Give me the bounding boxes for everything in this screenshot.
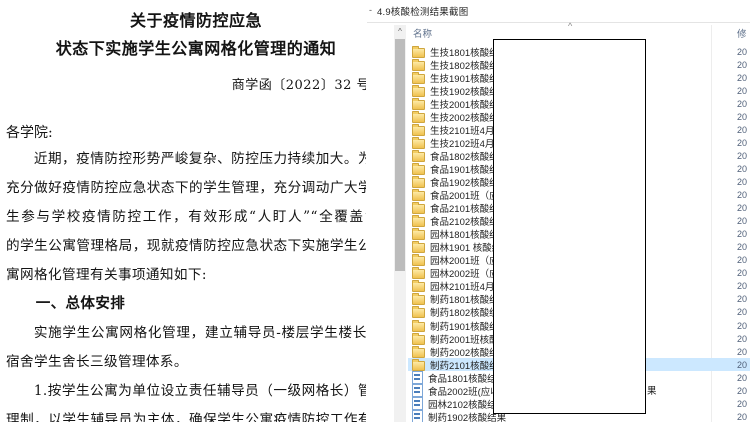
document-line: 实施学生公寓网格化管理，建立辅导员-楼层学生楼长-: [6, 319, 372, 348]
file-modified-date: 20: [737, 307, 747, 317]
file-modified-date: 20: [737, 412, 747, 422]
document-section-heading: 一、总体安排: [6, 290, 372, 319]
document-line: 宿舍学生舍长三级管理体系。: [6, 348, 372, 377]
folder-icon: [412, 348, 425, 358]
file-modified-date: 20: [737, 177, 747, 187]
vertical-scrollbar[interactable]: ^: [394, 25, 406, 422]
file-modified-date: 20: [737, 268, 747, 278]
file-modified-date: 20: [737, 112, 747, 122]
file-modified-date: 20: [737, 373, 747, 383]
folder-icon: [412, 165, 425, 175]
doc-icon: [412, 397, 423, 410]
file-modified-date: 20: [737, 190, 747, 200]
folder-icon: [412, 152, 425, 162]
redaction-box: [493, 39, 646, 414]
file-modified-date: 20: [737, 255, 747, 265]
document-line: 近期，疫情防控形势严峻复杂、防控压力持续加大。为: [6, 145, 372, 174]
file-modified-date: 20: [737, 73, 747, 83]
folder-icon: [412, 269, 425, 279]
folder-icon: [412, 204, 425, 214]
file-modified-date: 20: [737, 334, 747, 344]
document-title-line1: 关于疫情防控应急: [0, 7, 392, 35]
header-divider: [367, 22, 750, 23]
file-modified-date: 20: [737, 47, 747, 57]
document-line: 充分做好疫情防控应急状态下的学生管理，充分调动广大学: [6, 174, 372, 203]
folder-icon: [412, 256, 425, 266]
document-salutation: 各学院:: [0, 122, 392, 142]
folder-icon: [412, 87, 425, 97]
file-modified-date: 20: [737, 399, 747, 409]
file-modified-date: 20: [737, 138, 747, 148]
scroll-up-icon[interactable]: ^: [394, 25, 406, 38]
document-line: 寓网格化管理有关事项通知如下:: [6, 261, 372, 290]
folder-icon: [412, 178, 425, 188]
folder-icon: [412, 322, 425, 332]
scrollbar-thumb[interactable]: [395, 39, 405, 271]
title-separator-dash: -: [369, 5, 372, 15]
document-body: 近期，疫情防控形势严峻复杂、防控压力持续加大。为 充分做好疫情防控应急状态下的学…: [0, 145, 392, 422]
column-header-name[interactable]: 名称: [413, 26, 432, 40]
file-modified-date: 20: [737, 281, 747, 291]
document-line: 生参与学校疫情防控工作，有效形成“人盯人”“全覆盖”: [6, 203, 372, 232]
file-modified-date: 20: [737, 164, 747, 174]
file-modified-date: 20: [737, 203, 747, 213]
screenshot-root: 关于疫情防控应急 状态下实施学生公寓网格化管理的通知 商学函〔2022〕32 号…: [0, 0, 750, 422]
folder-icon: [412, 217, 425, 227]
folder-icon: [412, 113, 425, 123]
document-pane: 关于疫情防控应急 状态下实施学生公寓网格化管理的通知 商学函〔2022〕32 号…: [0, 0, 392, 422]
file-modified-date: 20: [737, 125, 747, 135]
file-modified-date: 20: [737, 151, 747, 161]
file-modified-date: 20: [737, 99, 747, 109]
folder-icon: [412, 282, 425, 292]
covered-name-fragment: 果: [647, 383, 657, 397]
folder-icon: [412, 126, 425, 136]
file-modified-date: 20: [737, 294, 747, 304]
file-modified-date: 20: [737, 242, 747, 252]
column-header-modified[interactable]: 修: [737, 26, 747, 40]
file-modified-date: 20: [737, 347, 747, 357]
folder-icon: [412, 335, 425, 345]
folder-icon: [412, 139, 425, 149]
folder-icon: [412, 308, 425, 318]
file-modified-date: 20: [737, 386, 747, 396]
folder-icon: [412, 48, 425, 58]
document-line: 1.按学生公寓为单位设立责任辅导员（一级网格长）管: [6, 377, 372, 406]
folder-icon: [412, 191, 425, 201]
document-title-line2: 状态下实施学生公寓网格化管理的通知: [0, 35, 392, 63]
file-modified-date: 20: [737, 60, 747, 70]
doc-icon: [412, 384, 423, 397]
folder-icon: [412, 61, 425, 71]
file-modified-date: 20: [737, 216, 747, 226]
file-modified-date: 20: [737, 229, 747, 239]
doc-icon: [412, 371, 423, 384]
folder-icon: [412, 295, 425, 305]
folder-icon: [412, 230, 425, 240]
sort-ascending-icon[interactable]: ^: [568, 21, 572, 31]
explorer-pane: - 4.9核酸检测结果截图 ^ 名称 ^ 修 生技1801核酸结果 20 生技1…: [366, 0, 750, 422]
folder-icon: [412, 100, 425, 110]
document-number: 商学函〔2022〕32 号: [0, 74, 392, 93]
document-line: 的学生公寓管理格局，现就疫情防控应急状态下实施学生公: [6, 232, 372, 261]
folder-icon: [412, 361, 425, 371]
folder-icon: [412, 243, 425, 253]
file-modified-date: 20: [737, 360, 747, 370]
document-line: 理制，以学生辅导员为主体，确保学生公寓疫情防控工作有: [6, 406, 372, 422]
file-modified-date: 20: [737, 321, 747, 331]
file-modified-date: 20: [737, 86, 747, 96]
folder-icon: [412, 74, 425, 84]
doc-icon: [412, 410, 423, 422]
explorer-window-title: 4.9核酸检测结果截图: [377, 4, 468, 18]
